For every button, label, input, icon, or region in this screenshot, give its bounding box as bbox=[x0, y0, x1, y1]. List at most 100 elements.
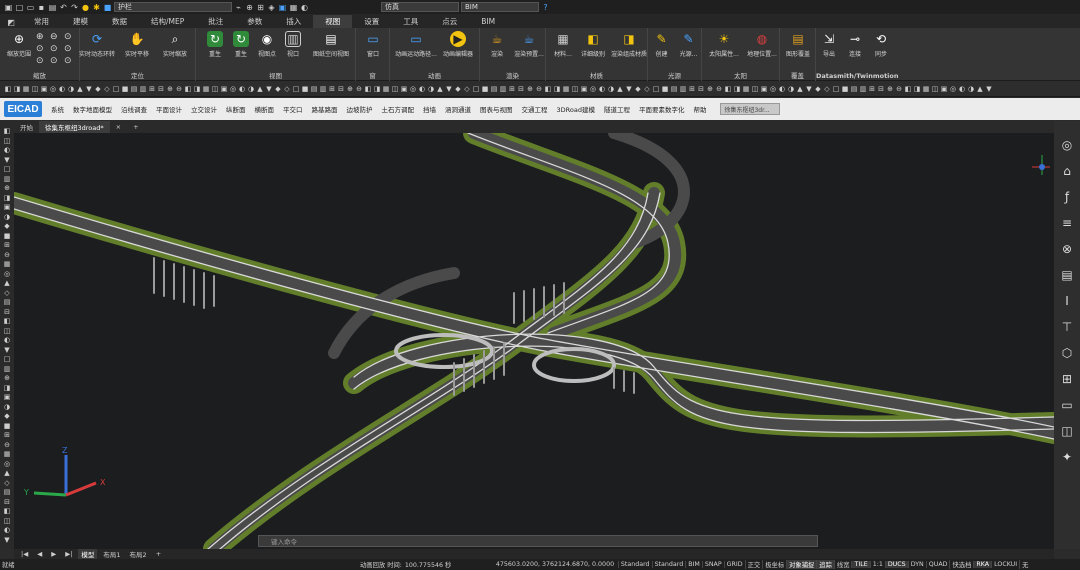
toolbar-tool-icon[interactable]: ▥ bbox=[859, 85, 867, 93]
tab-view[interactable]: 视图 bbox=[313, 15, 353, 28]
draw-tool-icon[interactable]: ◎ bbox=[3, 270, 12, 279]
toolbar-tool-icon[interactable]: ▤ bbox=[130, 85, 138, 93]
draw-tool-icon[interactable]: ▦ bbox=[3, 260, 12, 269]
zoom-scale-icon[interactable]: ⊙ bbox=[50, 44, 62, 54]
draw-tool-icon[interactable]: ⊕ bbox=[3, 374, 12, 383]
zoom-dynamic-icon[interactable]: ⊙ bbox=[64, 56, 76, 66]
toolbar-tool-icon[interactable]: ▲ bbox=[616, 85, 624, 93]
toolbar-tool-icon[interactable]: ▦ bbox=[562, 85, 570, 93]
toolbar-tool-icon[interactable]: ▦ bbox=[922, 85, 930, 93]
draw-tool-icon[interactable]: ◆ bbox=[3, 222, 12, 231]
toolbar-tool-icon[interactable]: ◧ bbox=[4, 85, 12, 93]
toolbar-tool-icon[interactable]: ◐ bbox=[238, 85, 246, 93]
toolbar-tool-icon[interactable]: ▣ bbox=[760, 85, 768, 93]
toolbar-tool-icon[interactable]: ◫ bbox=[31, 85, 39, 93]
toolbar-tool-icon[interactable]: ◨ bbox=[553, 85, 561, 93]
toolbar-tool-icon[interactable]: ◧ bbox=[544, 85, 552, 93]
toolbar-tool-icon[interactable]: ◎ bbox=[229, 85, 237, 93]
draw-tool-icon[interactable]: ◨ bbox=[3, 194, 12, 203]
map-pin-icon[interactable]: ⊗ bbox=[1059, 241, 1075, 257]
tab-pointcloud[interactable]: 点云 bbox=[430, 15, 469, 28]
orbit-button[interactable]: ⟳ 实时动态环转 bbox=[79, 31, 115, 58]
menu-culvert[interactable]: 涵洞通道 bbox=[445, 104, 471, 114]
visual-style-select[interactable]: 仿真 bbox=[381, 2, 459, 12]
status-tile[interactable]: TILE bbox=[851, 561, 870, 568]
status-polar[interactable]: 极坐标 bbox=[762, 560, 786, 569]
toolbar-tool-icon[interactable]: ◨ bbox=[373, 85, 381, 93]
menu-plan-design[interactable]: 平面设计 bbox=[156, 104, 182, 114]
menu-interchange[interactable]: 立交设计 bbox=[191, 104, 217, 114]
toolbar-tool-icon[interactable]: ⊕ bbox=[526, 85, 534, 93]
draw-tool-icon[interactable]: ◎ bbox=[3, 460, 12, 469]
toolbar-tool-icon[interactable]: ▣ bbox=[400, 85, 408, 93]
add-layout-icon[interactable]: + bbox=[153, 550, 164, 558]
status-rka[interactable]: RKA bbox=[973, 561, 992, 568]
layout-tab-2[interactable]: 布局2 bbox=[127, 549, 150, 559]
status-ortho[interactable]: 正交 bbox=[744, 560, 763, 569]
toolbar-tool-icon[interactable]: ▼ bbox=[625, 85, 633, 93]
toolbar-tool-icon[interactable]: ▼ bbox=[805, 85, 813, 93]
draw-tool-icon[interactable]: ⊞ bbox=[3, 431, 12, 440]
draw-tool-icon[interactable]: ⊟ bbox=[3, 308, 12, 317]
window-button[interactable]: ▭ 窗口 bbox=[356, 31, 390, 58]
toolbar-tool-icon[interactable]: □ bbox=[472, 85, 480, 93]
redo-icon[interactable]: ↷ bbox=[70, 3, 79, 12]
toolbar-tool-icon[interactable]: ◎ bbox=[769, 85, 777, 93]
toolbar-tool-icon[interactable]: ◧ bbox=[364, 85, 372, 93]
toolbar-tool-icon[interactable]: ▥ bbox=[319, 85, 327, 93]
render-presets-button[interactable]: ☕ 渲染预置... bbox=[512, 31, 546, 58]
toolbar-tool-icon[interactable]: ▥ bbox=[139, 85, 147, 93]
sun-icon[interactable]: ✱ bbox=[92, 3, 101, 12]
toolbar-tool-icon[interactable]: ▣ bbox=[220, 85, 228, 93]
draw-tool-icon[interactable]: ◫ bbox=[3, 517, 12, 526]
export-button[interactable]: ⇲ 导出 bbox=[816, 31, 842, 58]
status-ducs[interactable]: DUCS bbox=[884, 561, 908, 568]
geolocation-button[interactable]: ◍ 地理位置... bbox=[742, 31, 782, 58]
draw-tool-icon[interactable]: ◧ bbox=[3, 127, 12, 136]
motion-path-button[interactable]: ▭ 动画运动路径... bbox=[394, 31, 438, 58]
toolbar-tool-icon[interactable]: ▤ bbox=[310, 85, 318, 93]
tab-annotate[interactable]: 批注 bbox=[196, 15, 235, 28]
toolbar-tool-icon[interactable]: ◎ bbox=[49, 85, 57, 93]
toolbar-tool-icon[interactable]: ◨ bbox=[13, 85, 21, 93]
lights-button[interactable]: ✎ 光源... bbox=[675, 31, 702, 58]
cube-icon[interactable]: ⬡ bbox=[1059, 345, 1075, 361]
draw-tool-icon[interactable]: ▤ bbox=[3, 488, 12, 497]
undo-icon[interactable]: ↶ bbox=[59, 3, 68, 12]
draw-tool-icon[interactable]: ▼ bbox=[3, 536, 12, 545]
toolbar-tool-icon[interactable]: ■ bbox=[121, 85, 129, 93]
tab-data[interactable]: 数据 bbox=[100, 15, 139, 28]
toolbar-tool-icon[interactable]: ◧ bbox=[724, 85, 732, 93]
new-file-icon[interactable]: □ bbox=[15, 3, 24, 12]
toolbar-tool-icon[interactable]: ⊖ bbox=[355, 85, 363, 93]
box-icon[interactable]: ◈ bbox=[267, 3, 276, 12]
toolbar-tool-icon[interactable]: ◆ bbox=[814, 85, 822, 93]
toolbar-tool-icon[interactable]: ▲ bbox=[796, 85, 804, 93]
draw-tool-icon[interactable]: ◇ bbox=[3, 479, 12, 488]
menu-tables-views[interactable]: 图表与视图 bbox=[480, 104, 513, 114]
toolbar-tool-icon[interactable]: ◨ bbox=[733, 85, 741, 93]
toolbar-tool-icon[interactable]: ⊞ bbox=[508, 85, 516, 93]
toolbar-tool-icon[interactable]: ⊕ bbox=[166, 85, 174, 93]
status-grid[interactable]: GRID bbox=[723, 561, 745, 568]
toolbar-tool-icon[interactable]: ▤ bbox=[490, 85, 498, 93]
status-lineweight[interactable]: 线宽 bbox=[833, 560, 852, 569]
toolbar-tool-icon[interactable]: ⊞ bbox=[328, 85, 336, 93]
menu-survey[interactable]: 沿线调查 bbox=[121, 104, 147, 114]
toolbar-tool-icon[interactable]: ◨ bbox=[193, 85, 201, 93]
zoom-out-icon[interactable]: ⊖ bbox=[50, 32, 62, 42]
toolbar-tool-icon[interactable]: ▼ bbox=[985, 85, 993, 93]
draw-tool-icon[interactable]: ▣ bbox=[3, 393, 12, 402]
app-logo-icon[interactable]: ◩ bbox=[4, 16, 18, 28]
print-icon[interactable]: ▤ bbox=[48, 3, 57, 12]
sun-properties-button[interactable]: ☀ 太阳属性... bbox=[704, 31, 744, 58]
grid-icon[interactable]: ⊞ bbox=[256, 3, 265, 12]
toolbar-tool-icon[interactable]: ⊟ bbox=[337, 85, 345, 93]
mode-select[interactable]: BIM bbox=[461, 2, 539, 12]
toolbar-tool-icon[interactable]: ⊟ bbox=[157, 85, 165, 93]
status-osnap[interactable]: 对象捕捉 bbox=[786, 560, 817, 569]
animation-editor-button[interactable]: ▶ 动画编辑器 bbox=[438, 31, 478, 58]
status-none[interactable]: 无 bbox=[1019, 560, 1030, 569]
menu-subgrade[interactable]: 路基路面 bbox=[312, 104, 338, 114]
draw-tool-icon[interactable]: ◇ bbox=[3, 289, 12, 298]
